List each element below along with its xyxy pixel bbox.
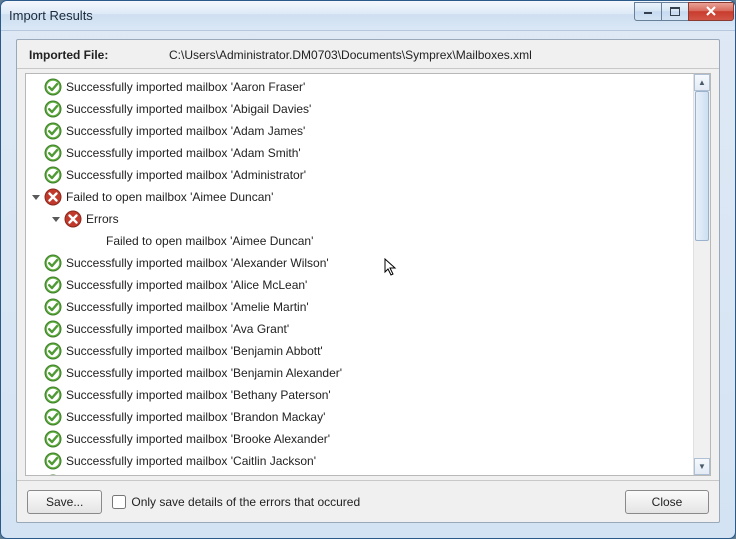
tree-row-text: Successfully imported mailbox 'Aaron Fra…	[66, 80, 305, 94]
indent	[30, 241, 50, 242]
tree-row[interactable]: Successfully imported mailbox 'Adam Smit…	[26, 142, 693, 164]
tree-row[interactable]: Failed to open mailbox 'Aimee Duncan'	[26, 230, 693, 252]
success-check-icon	[44, 408, 62, 426]
tree-row[interactable]: Successfully imported mailbox 'Ava Grant…	[26, 318, 693, 340]
success-check-icon	[44, 298, 62, 316]
results-tree-panel: Successfully imported mailbox 'Aaron Fra…	[25, 73, 711, 476]
tree-row-text: Successfully imported mailbox 'Brandon M…	[66, 410, 325, 424]
tree-row-text: Successfully imported mailbox 'Benjamin …	[66, 366, 342, 380]
tree-row-text: Successfully imported mailbox 'Alexander…	[66, 256, 329, 270]
tree-row[interactable]: Successfully imported mailbox 'Benjamin …	[26, 362, 693, 384]
success-check-icon	[44, 320, 62, 338]
scroll-up-button[interactable]: ▲	[694, 74, 710, 91]
tree-row-text: Successfully imported mailbox 'Abigail D…	[66, 102, 311, 116]
tree-row[interactable]: Successfully imported mailbox 'Adam Jame…	[26, 120, 693, 142]
error-x-icon	[44, 188, 62, 206]
results-tree[interactable]: Successfully imported mailbox 'Aaron Fra…	[26, 74, 693, 475]
tree-row[interactable]: Successfully imported mailbox 'Amelie Ma…	[26, 296, 693, 318]
titlebar[interactable]: Import Results	[1, 1, 735, 31]
window-close-button[interactable]	[688, 2, 734, 21]
imported-file-path: C:\Users\Administrator.DM0703\Documents\…	[169, 48, 532, 62]
tree-row-text: Successfully imported mailbox 'Alice McL…	[66, 278, 307, 292]
tree-row[interactable]: Successfully imported mailbox 'Caitlin J…	[26, 450, 693, 472]
tree-row[interactable]: Successfully imported mailbox 'Bethany P…	[26, 384, 693, 406]
save-button[interactable]: Save...	[27, 490, 102, 514]
tree-row-text: Failed to open mailbox 'Aimee Duncan'	[106, 234, 313, 248]
tree-row-text: Successfully imported mailbox 'Caitlin J…	[66, 454, 316, 468]
close-button[interactable]: Close	[625, 490, 709, 514]
success-check-icon	[44, 342, 62, 360]
success-check-icon	[44, 78, 62, 96]
tree-row-text: Successfully imported mailbox 'Adam Jame…	[66, 124, 305, 138]
success-check-icon	[44, 166, 62, 184]
success-check-icon	[44, 122, 62, 140]
success-check-icon	[44, 144, 62, 162]
success-check-icon	[44, 100, 62, 118]
success-check-icon	[44, 254, 62, 272]
success-check-icon	[44, 430, 62, 448]
tree-row-text: Successfully imported mailbox 'Administr…	[66, 168, 306, 182]
success-check-icon	[44, 276, 62, 294]
tree-row[interactable]: Successfully imported mailbox 'Administr…	[26, 164, 693, 186]
tree-row[interactable]: Successfully imported mailbox 'Alice McL…	[26, 274, 693, 296]
tree-row[interactable]: Successfully imported mailbox 'Alexander…	[26, 252, 693, 274]
tree-row[interactable]: Successfully imported mailbox 'Aaron Fra…	[26, 76, 693, 98]
tree-row[interactable]: Successfully imported mailbox 'Abigail D…	[26, 98, 693, 120]
imported-file-header: Imported File: C:\Users\Administrator.DM…	[17, 40, 719, 69]
expander-open-icon[interactable]	[30, 191, 42, 203]
success-check-icon	[44, 386, 62, 404]
tree-row-text: Successfully imported mailbox 'Ava Grant…	[66, 322, 289, 336]
vertical-scrollbar[interactable]: ▲ ▼	[693, 74, 710, 475]
indent	[50, 241, 70, 242]
scroll-thumb[interactable]	[695, 91, 709, 241]
import-results-window: Import Results Imported File: C:\Users\A…	[0, 0, 736, 539]
indent	[30, 219, 50, 220]
client-area: Imported File: C:\Users\Administrator.DM…	[16, 39, 720, 523]
tree-row-text: Successfully imported mailbox 'Bethany P…	[66, 388, 331, 402]
expander-open-icon[interactable]	[50, 213, 62, 225]
success-check-icon	[44, 474, 62, 475]
maximize-icon	[670, 7, 680, 16]
window-title: Import Results	[9, 8, 635, 23]
error-x-icon	[64, 210, 82, 228]
close-icon	[705, 6, 717, 16]
success-check-icon	[44, 452, 62, 470]
tree-row-text: Successfully imported mailbox 'Adam Smit…	[66, 146, 301, 160]
tree-row[interactable]: Successfully imported mailbox 'Cameron M…	[26, 472, 693, 475]
tree-row-text: Failed to open mailbox 'Aimee Duncan'	[66, 190, 273, 204]
tree-row[interactable]: Successfully imported mailbox 'Brandon M…	[26, 406, 693, 428]
tree-row-text: Errors	[86, 212, 119, 226]
maximize-button[interactable]	[661, 2, 689, 21]
only-errors-checkbox[interactable]	[112, 495, 126, 509]
tree-row-text: Successfully imported mailbox 'Brooke Al…	[66, 432, 330, 446]
dialog-footer: Save... Only save details of the errors …	[17, 480, 719, 522]
imported-file-label: Imported File:	[29, 48, 169, 62]
scroll-down-button[interactable]: ▼	[694, 458, 710, 475]
tree-row-text: Successfully imported mailbox 'Benjamin …	[66, 344, 323, 358]
scroll-track[interactable]	[694, 91, 710, 458]
minimize-button[interactable]	[634, 2, 662, 21]
tree-row[interactable]: Failed to open mailbox 'Aimee Duncan'	[26, 186, 693, 208]
success-check-icon	[44, 364, 62, 382]
only-errors-label[interactable]: Only save details of the errors that occ…	[131, 495, 360, 509]
tree-row-text: Successfully imported mailbox 'Amelie Ma…	[66, 300, 309, 314]
tree-row[interactable]: Errors	[26, 208, 693, 230]
no-icon	[84, 232, 102, 250]
only-errors-option: Only save details of the errors that occ…	[112, 495, 615, 509]
tree-row[interactable]: Successfully imported mailbox 'Brooke Al…	[26, 428, 693, 450]
tree-row[interactable]: Successfully imported mailbox 'Benjamin …	[26, 340, 693, 362]
window-controls	[635, 2, 734, 22]
minimize-icon	[643, 7, 653, 15]
